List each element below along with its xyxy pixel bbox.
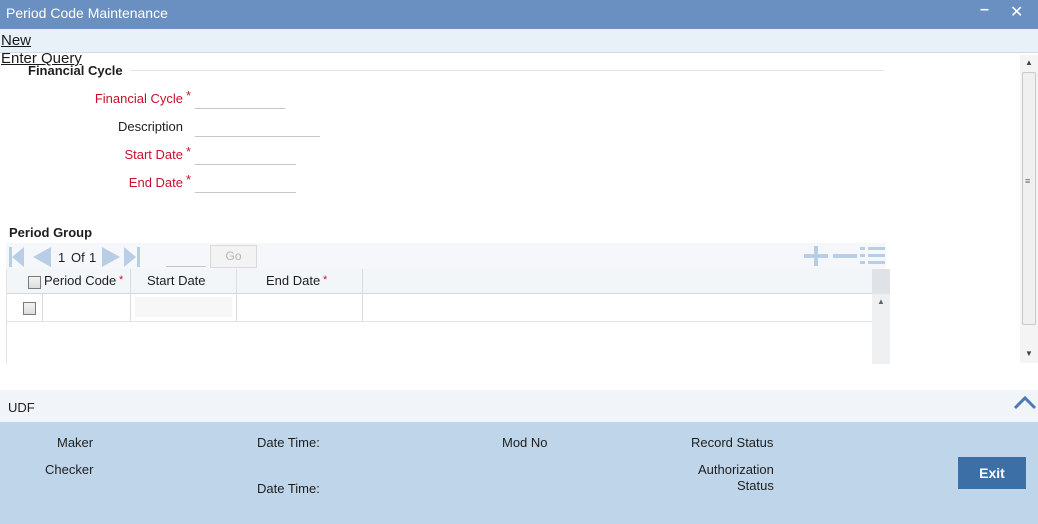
grip-icon: ≡ bbox=[1025, 176, 1031, 186]
grid-scrollbar-header-cap bbox=[872, 269, 890, 294]
collapse-chevron-icon[interactable] bbox=[1013, 394, 1037, 410]
next-page-icon[interactable] bbox=[102, 247, 120, 267]
scroll-down-icon[interactable]: ▼ bbox=[1025, 349, 1033, 358]
scrollbar-thumb[interactable]: ≡ bbox=[1022, 72, 1036, 325]
column-header-start-date: Start Date bbox=[147, 273, 206, 288]
record-status-label: Record Status bbox=[691, 435, 774, 450]
grid-scrollbar[interactable]: ▲ bbox=[872, 269, 890, 364]
scroll-up-icon[interactable]: ▲ bbox=[877, 297, 885, 306]
total-pages: 1 bbox=[89, 250, 97, 265]
period-code-cell-input[interactable] bbox=[45, 297, 127, 317]
start-date-label: Start Date bbox=[124, 147, 183, 162]
toolbar bbox=[0, 29, 1038, 53]
checker-label: Checker bbox=[45, 462, 94, 477]
go-button[interactable]: Go bbox=[210, 245, 257, 268]
row-checkbox[interactable] bbox=[23, 302, 36, 315]
table-row bbox=[7, 294, 872, 322]
close-icon[interactable]: ✕ bbox=[1010, 2, 1023, 22]
required-marker: * bbox=[186, 172, 192, 187]
column-header-period-code: Period Code bbox=[44, 273, 117, 288]
required-marker: * bbox=[186, 88, 192, 103]
page-of-label: Of bbox=[71, 250, 85, 265]
financial-cycle-label: Financial Cycle bbox=[94, 91, 183, 106]
description-input[interactable] bbox=[195, 117, 320, 137]
udf-bar[interactable]: UDF bbox=[0, 390, 1038, 422]
grid-header: Period Code * Start Date End Date * bbox=[7, 269, 872, 294]
required-marker: * bbox=[323, 274, 328, 286]
start-date-cell-input[interactable] bbox=[135, 297, 232, 317]
scroll-up-icon[interactable]: ▲ bbox=[1025, 58, 1033, 67]
current-page: 1 bbox=[58, 250, 66, 265]
last-page-icon[interactable] bbox=[124, 247, 136, 267]
end-date-input[interactable] bbox=[195, 173, 296, 193]
end-date-cell-input[interactable] bbox=[240, 297, 358, 317]
select-all-checkbox[interactable] bbox=[28, 276, 41, 289]
minimize-icon[interactable]: – bbox=[980, 1, 989, 19]
audit-footer: Maker Checker Date Time: Date Time: Mod … bbox=[0, 422, 1038, 524]
title-bar: Period Code Maintenance – ✕ bbox=[0, 0, 1038, 29]
maker-label: Maker bbox=[57, 435, 94, 450]
main-scrollbar[interactable]: ▲ ≡ ▼ bbox=[1020, 55, 1038, 363]
required-marker: * bbox=[186, 144, 192, 159]
start-date-input[interactable] bbox=[195, 145, 296, 165]
new-link[interactable]: New bbox=[1, 32, 31, 49]
period-group-section-title: Period Group bbox=[9, 225, 93, 240]
maker-date-time-label: Date Time: bbox=[257, 435, 320, 450]
window-title: Period Code Maintenance bbox=[6, 5, 168, 21]
financial-cycle-section-title: Financial Cycle bbox=[28, 63, 123, 78]
page-number-input[interactable] bbox=[166, 247, 206, 267]
exit-button[interactable]: Exit bbox=[958, 457, 1026, 489]
previous-page-icon[interactable] bbox=[33, 247, 51, 267]
authorization-status-label: Authorization bbox=[698, 462, 774, 477]
column-header-end-date: End Date bbox=[266, 273, 321, 288]
delete-row-icon[interactable] bbox=[832, 246, 858, 266]
last-page-icon[interactable] bbox=[137, 247, 140, 267]
financial-cycle-input[interactable] bbox=[195, 89, 285, 109]
authorization-status-label-line2: Status bbox=[737, 478, 774, 493]
first-page-icon[interactable] bbox=[12, 247, 24, 267]
required-marker: * bbox=[119, 274, 124, 286]
grid-pagination-bar: 1 Of 1 Go bbox=[6, 243, 886, 270]
add-row-icon[interactable] bbox=[803, 246, 829, 266]
end-date-label: End Date bbox=[128, 175, 183, 190]
single-view-icon[interactable] bbox=[860, 246, 886, 266]
section-divider bbox=[130, 70, 884, 71]
description-label: Description bbox=[117, 119, 183, 134]
checker-date-time-label: Date Time: bbox=[257, 481, 320, 496]
period-group-grid: Period Code * Start Date End Date * ▲ bbox=[6, 269, 890, 364]
udf-label: UDF bbox=[8, 400, 35, 415]
mod-no-label: Mod No bbox=[502, 435, 548, 450]
